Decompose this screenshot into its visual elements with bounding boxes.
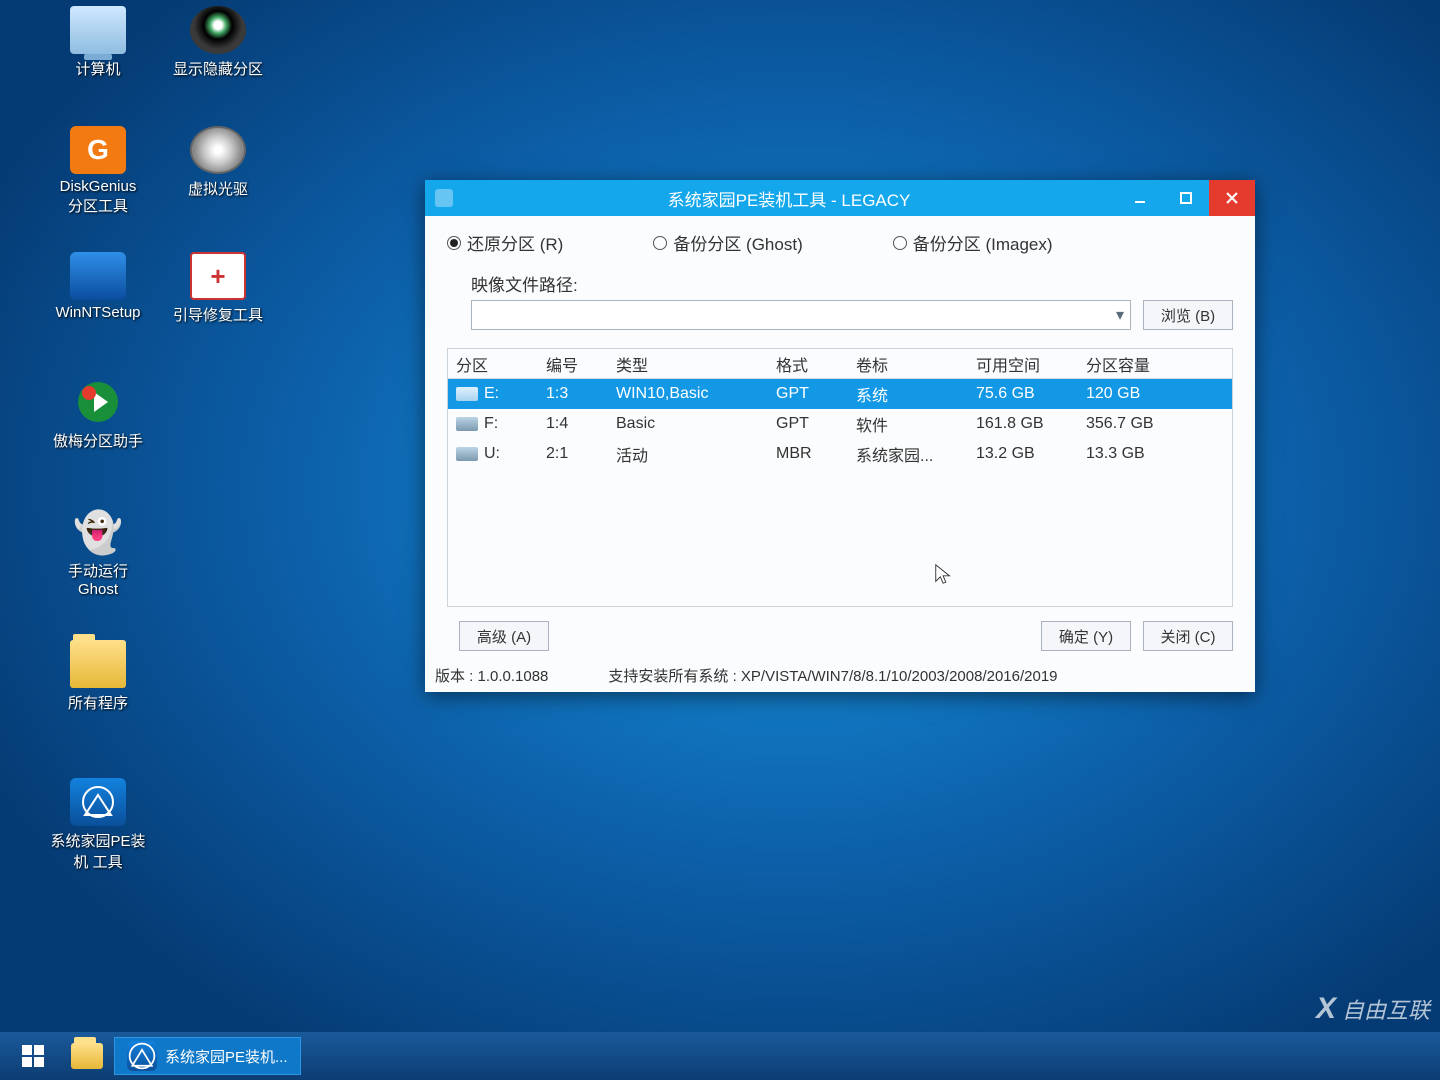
desktop-icon-all-programs[interactable]: 所有程序 xyxy=(38,640,158,713)
maximize-button[interactable] xyxy=(1163,180,1209,216)
icon-label: DiskGenius 分区工具 xyxy=(38,178,158,216)
taskbar-file-explorer[interactable] xyxy=(66,1038,108,1074)
icon-label: 计算机 xyxy=(38,58,158,79)
desktop-icon-virtual-cd[interactable]: 虚拟光驱 xyxy=(158,126,278,199)
radio-dot-icon xyxy=(893,236,907,250)
browse-button[interactable]: 浏览 (B) xyxy=(1143,300,1233,330)
col-free[interactable]: 可用空间 xyxy=(968,352,1078,376)
taskbar-task-pe-installer[interactable]: 系统家园PE装机... xyxy=(114,1037,301,1075)
desktop-icon-diskgenius[interactable]: G DiskGenius 分区工具 xyxy=(38,126,158,216)
table-row[interactable]: E: 1:3 WIN10,Basic GPT 系统 75.6 GB 120 GB xyxy=(448,379,1232,409)
pe-installer-icon xyxy=(70,778,126,826)
col-type[interactable]: 类型 xyxy=(608,352,768,376)
drive-icon xyxy=(456,447,478,461)
radio-label: 备份分区 (Imagex) xyxy=(913,230,1053,255)
icon-label: WinNTSetup xyxy=(38,304,158,321)
chevron-down-icon: ▾ xyxy=(1116,305,1124,325)
window-title: 系统家园PE装机工具 - LEGACY xyxy=(668,186,911,211)
advanced-button[interactable]: 高级 (A) xyxy=(459,621,549,651)
close-button[interactable] xyxy=(1209,180,1255,216)
table-row[interactable]: F: 1:4 Basic GPT 软件 161.8 GB 356.7 GB xyxy=(448,409,1232,439)
radio-label: 还原分区 (R) xyxy=(467,230,563,255)
radio-backup-ghost[interactable]: 备份分区 (Ghost) xyxy=(653,230,802,255)
taskbar: 系统家园PE装机... xyxy=(0,1032,1440,1080)
desktop-icon-winntsetup[interactable]: WinNTSetup xyxy=(38,252,158,321)
desktop-icon-boot-repair[interactable]: 引导修复工具 xyxy=(158,252,278,325)
col-capacity[interactable]: 分区容量 xyxy=(1078,352,1188,376)
table-row[interactable]: U: 2:1 活动 MBR 系统家园... 13.2 GB 13.3 GB xyxy=(448,439,1232,469)
titlebar[interactable]: 系统家园PE装机工具 - LEGACY xyxy=(425,180,1255,216)
col-partition[interactable]: 分区 xyxy=(448,352,538,376)
taskbar-task-label: 系统家园PE装机... xyxy=(165,1046,288,1067)
col-number[interactable]: 编号 xyxy=(538,352,608,376)
table-header: 分区 编号 类型 格式 卷标 可用空间 分区容量 xyxy=(448,349,1232,379)
setup-icon xyxy=(70,252,126,300)
icon-label: 所有程序 xyxy=(38,692,158,713)
desktop-icon-pe-installer[interactable]: 系统家园PE装 机 工具 xyxy=(38,778,158,872)
icon-label: 显示隐藏分区 xyxy=(158,58,278,79)
pe-installer-icon xyxy=(127,1041,157,1071)
image-path-combobox[interactable]: ▾ xyxy=(471,300,1131,330)
pe-installer-window: 系统家园PE装机工具 - LEGACY 还原分区 (R) 备份分区 (Ghost… xyxy=(425,180,1255,692)
radio-dot-icon xyxy=(447,236,461,250)
ghost-icon: 👻 xyxy=(70,508,126,556)
radio-label: 备份分区 (Ghost) xyxy=(673,230,802,255)
folder-icon xyxy=(71,1043,103,1069)
drive-icon xyxy=(456,417,478,431)
computer-icon xyxy=(70,6,126,54)
radio-restore-partition[interactable]: 还原分区 (R) xyxy=(447,230,563,255)
icon-label: 系统家园PE装 机 工具 xyxy=(38,830,158,872)
icon-label: 傲梅分区助手 xyxy=(38,430,158,451)
radio-dot-icon xyxy=(653,236,667,250)
status-bar: 版本 : 1.0.0.1088 支持安装所有系统 : XP/VISTA/WIN7… xyxy=(435,665,1233,686)
aomei-icon xyxy=(70,378,126,426)
minimize-button[interactable] xyxy=(1117,180,1163,216)
cd-icon xyxy=(190,126,246,174)
watermark: X自由互联 xyxy=(1316,992,1430,1026)
toolbox-icon xyxy=(190,252,246,300)
start-button[interactable] xyxy=(6,1036,60,1076)
version-label: 版本 : 1.0.0.1088 xyxy=(435,665,548,686)
desktop-icon-show-hidden-partition[interactable]: 显示隐藏分区 xyxy=(158,6,278,79)
icon-label: 手动运行 Ghost xyxy=(38,560,158,598)
diskgenius-icon: G xyxy=(70,126,126,174)
app-icon xyxy=(435,189,453,207)
radio-backup-imagex[interactable]: 备份分区 (Imagex) xyxy=(893,230,1053,255)
image-path-label: 映像文件路径: xyxy=(471,271,581,296)
col-format[interactable]: 格式 xyxy=(768,352,848,376)
support-label: 支持安装所有系统 : XP/VISTA/WIN7/8/8.1/10/2003/2… xyxy=(608,665,1057,686)
partition-table: 分区 编号 类型 格式 卷标 可用空间 分区容量 E: 1:3 WIN10,Ba… xyxy=(447,348,1233,607)
close-window-button[interactable]: 关闭 (C) xyxy=(1143,621,1233,651)
desktop-icon-computer[interactable]: 计算机 xyxy=(38,6,158,79)
folder-icon xyxy=(70,640,126,688)
mode-radio-group: 还原分区 (R) 备份分区 (Ghost) 备份分区 (Imagex) xyxy=(447,230,1233,255)
eye-icon xyxy=(190,6,246,54)
drive-icon xyxy=(456,387,478,401)
col-label[interactable]: 卷标 xyxy=(848,352,968,376)
ok-button[interactable]: 确定 (Y) xyxy=(1041,621,1131,651)
icon-label: 引导修复工具 xyxy=(158,304,278,325)
icon-label: 虚拟光驱 xyxy=(158,178,278,199)
desktop-icon-aomei[interactable]: 傲梅分区助手 xyxy=(38,378,158,451)
desktop-icon-ghost[interactable]: 👻 手动运行 Ghost xyxy=(38,508,158,598)
